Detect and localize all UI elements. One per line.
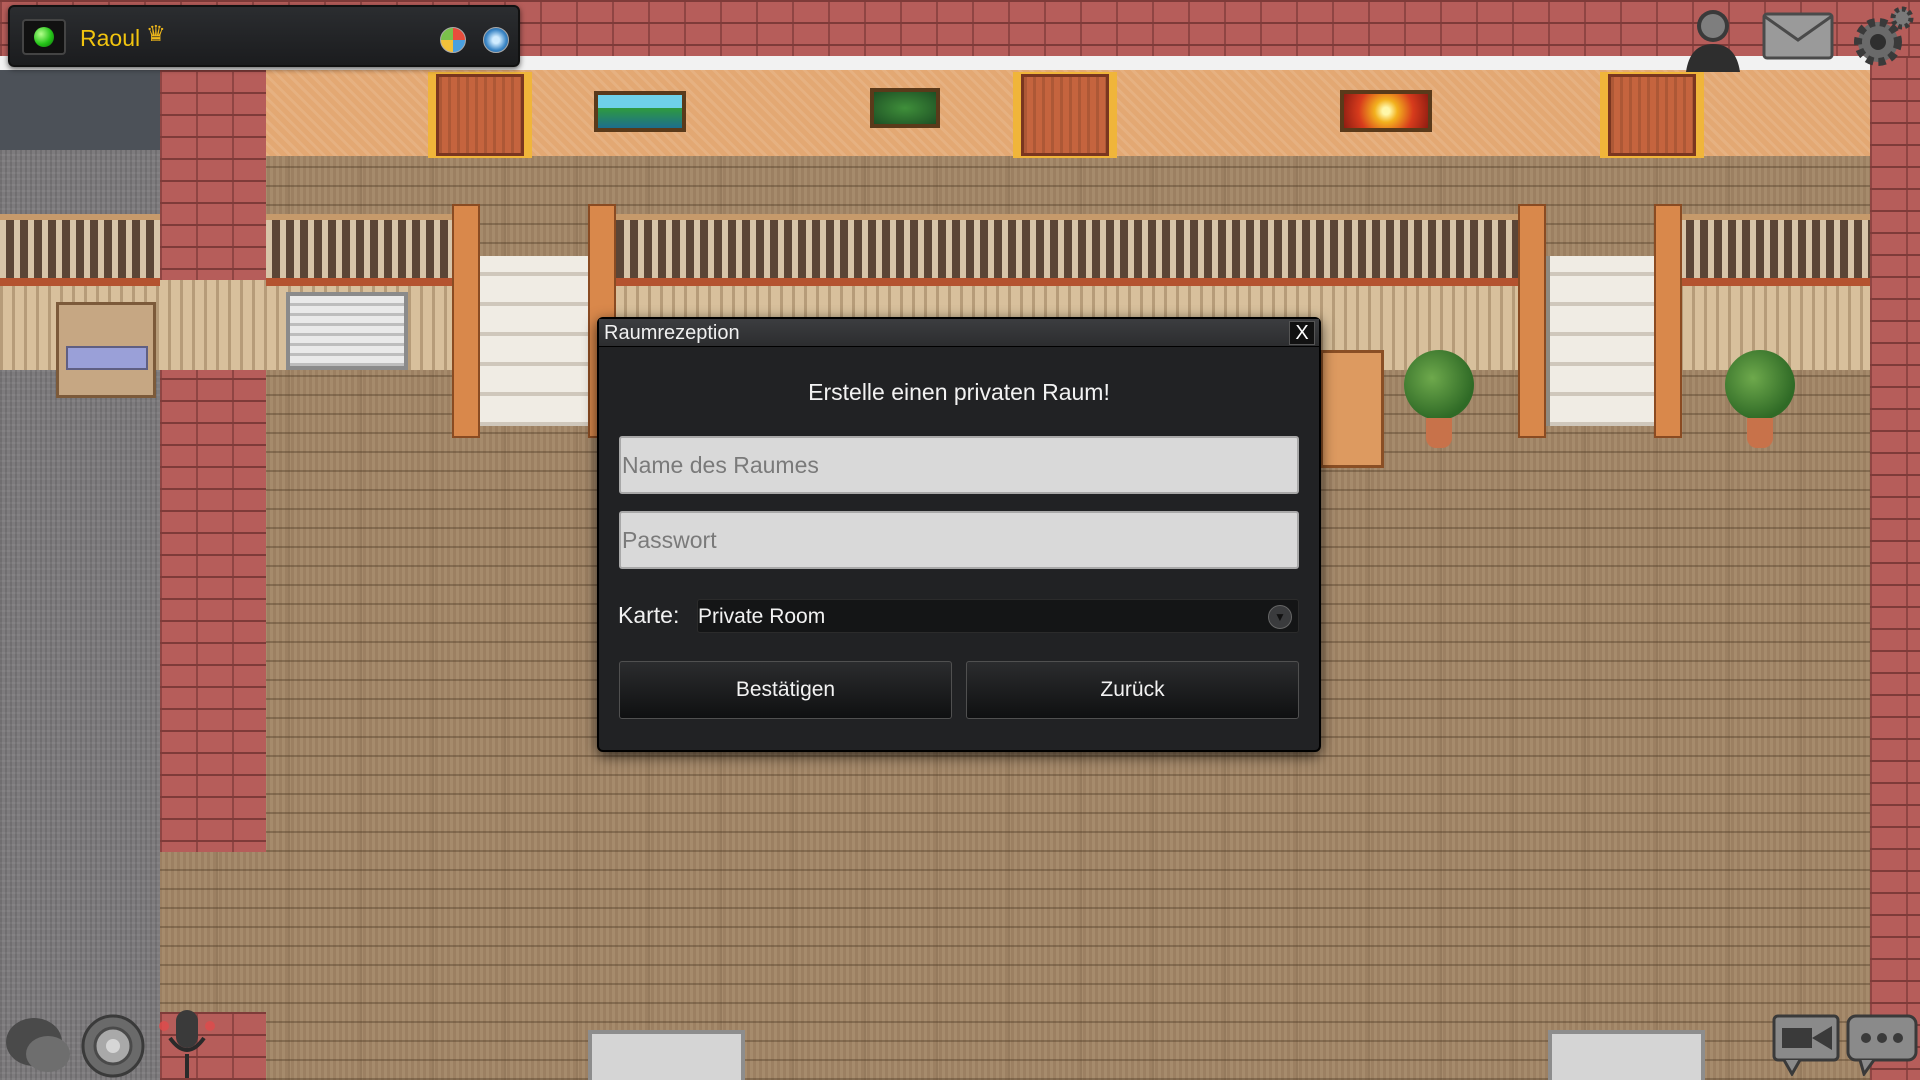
mail-icon[interactable]	[1762, 12, 1834, 60]
door[interactable]	[436, 74, 524, 156]
potted-plant	[1404, 350, 1474, 420]
dialog-heading: Erstelle einen privaten Raum!	[808, 379, 1110, 405]
chat-ellipsis-icon[interactable]	[1846, 1012, 1918, 1076]
color-wheel-icon[interactable]	[440, 27, 466, 53]
pillar	[1518, 204, 1546, 438]
balcony-railing	[1680, 214, 1870, 286]
plant-pot	[1426, 418, 1452, 448]
bench	[1548, 1030, 1705, 1080]
potted-plant	[1725, 350, 1795, 420]
status-indicator-icon	[34, 27, 54, 47]
settings-gear-icon[interactable]	[1846, 4, 1916, 70]
close-button[interactable]: X	[1289, 321, 1315, 345]
balcony-railing	[610, 214, 1530, 286]
elevator[interactable]	[286, 292, 408, 370]
room-reception-dialog: Raumrezeption X Erstelle einen privaten …	[597, 317, 1321, 752]
avatar-icon[interactable]	[1678, 2, 1748, 72]
dark-wall-left	[0, 70, 160, 150]
pillar	[452, 204, 480, 438]
door[interactable]	[1021, 74, 1109, 156]
confirm-button[interactable]: Bestätigen	[619, 661, 952, 719]
crown-icon: ♛	[146, 21, 166, 46]
balcony-railing	[266, 214, 456, 286]
balcony-railing	[0, 214, 160, 286]
globe-icon[interactable]	[483, 27, 509, 53]
landscape-painting	[594, 91, 686, 132]
back-button[interactable]: Zurück	[966, 661, 1299, 719]
staircase[interactable]	[476, 256, 594, 426]
brick-column	[160, 70, 266, 852]
username-label: Raoul	[80, 25, 141, 51]
chat-bubbles-icon[interactable]	[4, 1012, 74, 1078]
dialog-titlebar[interactable]: Raumrezeption X	[599, 319, 1319, 347]
pillar	[1654, 204, 1682, 438]
password-input[interactable]: Passwort	[619, 511, 1299, 569]
staircase[interactable]	[1546, 256, 1664, 426]
plant-pot	[1747, 418, 1773, 448]
room-name-input[interactable]: Name des Raumes	[619, 436, 1299, 494]
forest-painting	[870, 88, 940, 128]
counter	[1320, 350, 1384, 468]
speaker-icon[interactable]	[80, 1010, 146, 1080]
brick-column-right	[1870, 56, 1920, 1080]
player-status-bar: Raoul ♛	[8, 5, 520, 67]
chevron-down-icon: ▼	[1268, 605, 1292, 629]
map-select-value: Private Room	[698, 605, 826, 628]
bench	[588, 1030, 745, 1080]
dialog-title: Raumrezeption	[604, 322, 740, 344]
microphone-icon[interactable]	[158, 1008, 218, 1080]
camera-icon[interactable]	[1772, 1012, 1842, 1076]
sunset-painting	[1340, 90, 1432, 132]
map-label: Karte:	[618, 602, 680, 628]
door[interactable]	[1608, 74, 1696, 156]
map-select[interactable]: Private Room ▼	[697, 599, 1299, 633]
status-indicator[interactable]	[22, 19, 66, 55]
desk-screen	[66, 346, 148, 370]
